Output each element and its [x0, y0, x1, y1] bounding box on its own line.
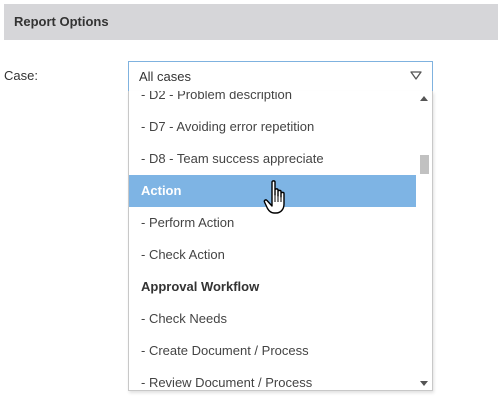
case-dropdown-list[interactable]: - D2 - Problem description - D7 - Avoidin…: [128, 91, 433, 391]
dropdown-options: - D2 - Problem description - D7 - Avoidin…: [129, 91, 416, 390]
dropdown-option[interactable]: - D7 - Avoiding error repetition: [129, 111, 416, 143]
dropdown-option[interactable]: - D8 - Team success appreciate: [129, 143, 416, 175]
scroll-down-arrow-icon[interactable]: [420, 379, 428, 387]
scroll-thumb[interactable]: [420, 155, 429, 174]
case-label: Case:: [4, 68, 38, 83]
dropdown-option[interactable]: - Check Needs: [129, 303, 416, 335]
dropdown-group-header[interactable]: Approval Workflow: [129, 271, 416, 303]
dropdown-group-header[interactable]: Action: [129, 175, 416, 207]
panel-header: Report Options: [4, 4, 498, 40]
dropdown-option[interactable]: - Create Document / Process: [129, 335, 416, 367]
case-select[interactable]: All cases: [128, 61, 433, 92]
chevron-down-icon: [410, 71, 422, 80]
case-select-value: All cases: [139, 69, 192, 84]
panel-title: Report Options: [14, 14, 109, 29]
dropdown-scrollbar[interactable]: [416, 91, 432, 390]
dropdown-option[interactable]: - D2 - Problem description: [129, 91, 416, 111]
dropdown-option[interactable]: - Check Action: [129, 239, 416, 271]
dropdown-option[interactable]: - Review Document / Process: [129, 367, 416, 390]
scroll-up-arrow-icon[interactable]: [420, 95, 428, 103]
dropdown-option[interactable]: - Perform Action: [129, 207, 416, 239]
